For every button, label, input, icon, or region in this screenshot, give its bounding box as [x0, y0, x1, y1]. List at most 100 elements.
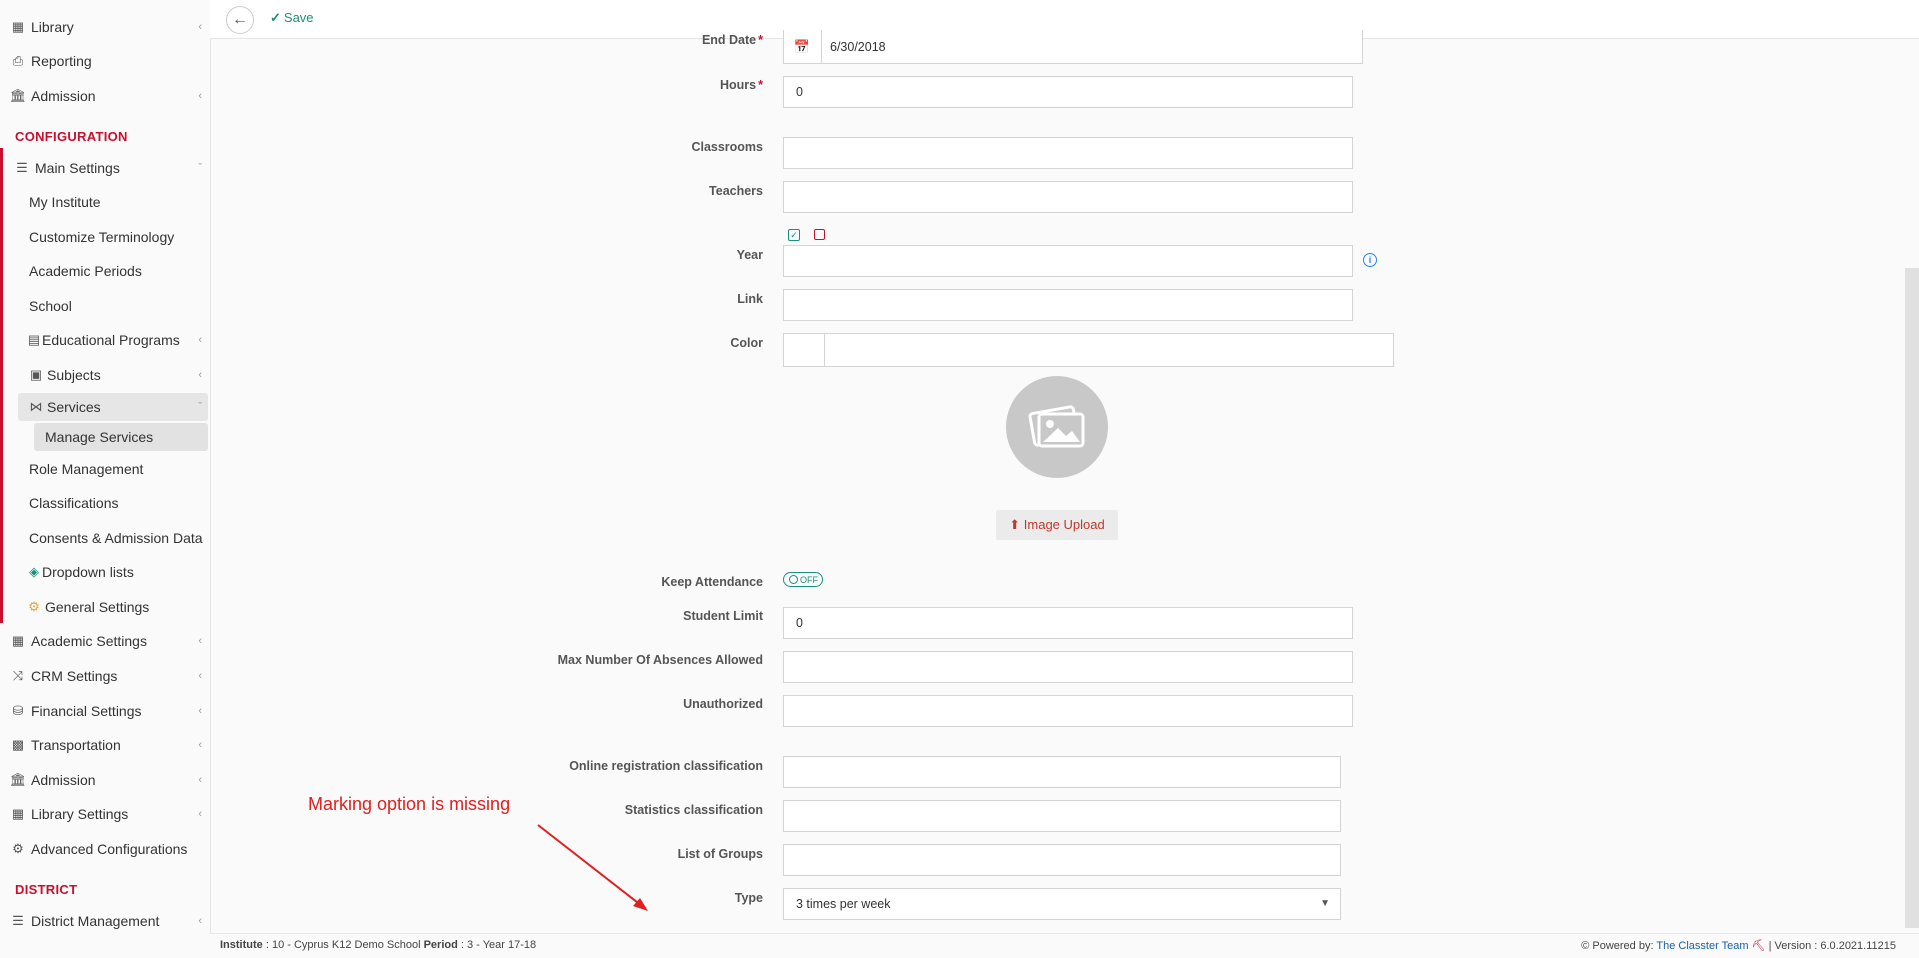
list-icon: ☰: [12, 913, 24, 928]
shuffle-icon: ⤨: [12, 668, 24, 683]
check-icon: ✓: [270, 10, 281, 25]
sidebar-item-manage-services[interactable]: Manage Services: [0, 422, 210, 452]
books-icon: ▦: [11, 19, 25, 34]
sidebar-item-reporting[interactable]: ⎙ Reporting: [0, 46, 210, 76]
sidebar-item-customize-terminology[interactable]: Customize Terminology: [0, 222, 210, 252]
statistics-select[interactable]: [783, 800, 1341, 832]
layers-icon: ◈: [29, 564, 39, 579]
year-label: Year: [736, 248, 763, 262]
chevron-left-icon: ‹: [198, 739, 202, 751]
hours-input[interactable]: 0: [783, 76, 1353, 108]
footer-version: © Powered by: The Classter Team ⛏ | Vers…: [1581, 940, 1896, 952]
chevron-left-icon: ‹: [198, 774, 202, 786]
sidebar-item-advanced-configurations[interactable]: ⚙ Advanced Configurations: [0, 834, 210, 864]
online-registration-label: Online registration classification: [569, 759, 763, 773]
sidebar-item-subjects[interactable]: ▣ Subjects ‹: [0, 360, 210, 390]
district-section-title: DISTRICT: [15, 882, 78, 897]
sidebar-item-general-settings[interactable]: ⚙ General Settings: [0, 592, 210, 622]
info-icon[interactable]: i: [1363, 253, 1377, 267]
footer-context: Institute : 10 - Cyprus K12 Demo School …: [220, 939, 537, 951]
sidebar-item-my-institute[interactable]: My Institute: [0, 187, 210, 217]
online-registration-select[interactable]: [783, 756, 1341, 788]
type-label: Type: [734, 891, 763, 905]
bus-icon: ▩: [11, 737, 25, 752]
chevron-left-icon: ‹: [198, 21, 202, 33]
book-icon: ▣: [29, 367, 43, 382]
keep-attendance-toggle[interactable]: OFF: [783, 572, 823, 587]
sidebar-item-crm-settings[interactable]: ⤨ CRM Settings ‹: [0, 661, 210, 691]
chevron-down-icon: ˇ: [198, 162, 202, 174]
sidebar-item-transportation[interactable]: ▩ Transportation ‹: [0, 730, 210, 760]
sidebar: ▦ Library ‹ ⎙ Reporting 🏛 Admission ‹ CO…: [0, 0, 211, 957]
square-icon[interactable]: [814, 229, 825, 240]
network-icon: ⋈: [29, 399, 43, 414]
sidebar-item-admission[interactable]: 🏛 Admission ‹: [0, 81, 210, 111]
chevron-left-icon: ‹: [198, 369, 202, 381]
chevron-left-icon: ‹: [198, 670, 202, 682]
sidebar-item-role-management[interactable]: Role Management: [0, 454, 210, 484]
list-of-groups-label: List of Groups: [677, 847, 763, 861]
sidebar-item-financial-settings[interactable]: ⛁ Financial Settings ‹: [0, 696, 210, 726]
sidebar-item-academic-periods[interactable]: Academic Periods: [0, 256, 210, 286]
year-input[interactable]: [783, 245, 1353, 277]
classter-team-link[interactable]: The Classter Team: [1656, 940, 1748, 952]
calendar-icon[interactable]: 📅: [783, 30, 822, 64]
sidebar-item-school[interactable]: School: [0, 291, 210, 321]
upload-icon: ⬆: [1009, 517, 1021, 532]
sidebar-item-classifications[interactable]: Classifications: [0, 488, 210, 518]
back-button[interactable]: ←: [226, 6, 254, 34]
configuration-section-title: CONFIGURATION: [15, 129, 128, 144]
teachers-input[interactable]: [783, 181, 1353, 213]
teachers-label: Teachers: [709, 184, 763, 198]
arrow-left-icon: ←: [232, 11, 248, 28]
save-button[interactable]: ✓ Save: [270, 10, 314, 26]
student-limit-input[interactable]: 0: [783, 607, 1353, 639]
sidebar-item-consents-admission-data[interactable]: Consents & Admission Data: [0, 523, 210, 553]
scrollbar[interactable]: [1905, 268, 1919, 928]
sitemap-icon: ▦: [11, 633, 25, 648]
chevron-left-icon: ‹: [198, 90, 202, 102]
color-swatch[interactable]: [783, 333, 825, 367]
chevron-left-icon: ‹: [198, 635, 202, 647]
printer-icon: ⎙: [12, 53, 24, 68]
image-placeholder: [1006, 376, 1108, 478]
sidebar-item-academic-settings[interactable]: ▦ Academic Settings ‹: [0, 626, 210, 656]
annotation-arrow: [537, 824, 648, 911]
classrooms-label: Classrooms: [691, 140, 763, 154]
sidebar-item-district-management[interactable]: ☰ District Management ‹: [0, 906, 210, 936]
list-of-groups-select[interactable]: [783, 844, 1341, 876]
classrooms-input[interactable]: [783, 137, 1353, 169]
sidebar-item-library-settings[interactable]: ▦ Library Settings ‹: [0, 799, 210, 829]
sidebar-item-admission-settings[interactable]: 🏛 Admission ‹: [0, 765, 210, 795]
type-select[interactable]: 3 times per week ▼: [783, 888, 1341, 920]
chevron-left-icon: ‹: [198, 334, 202, 346]
gear-icon: ⚙: [28, 599, 40, 614]
keep-attendance-label: Keep Attendance: [661, 575, 763, 589]
color-label: Color: [730, 336, 763, 350]
end-date-label: End Date *: [701, 33, 763, 47]
books-icon: ▦: [11, 806, 25, 821]
sidebar-item-main-settings[interactable]: ☰ Main Settings ˇ: [0, 153, 210, 183]
link-input[interactable]: [783, 289, 1353, 321]
color-input[interactable]: [824, 333, 1394, 367]
sliders-icon: ☰: [16, 160, 28, 175]
sidebar-item-dropdown-lists[interactable]: ◈ Dropdown lists: [0, 557, 210, 587]
image-upload-button[interactable]: ⬆ Image Upload: [996, 510, 1118, 540]
sidebar-item-services[interactable]: ⋈ Services ˇ: [0, 392, 210, 422]
institution-icon: 🏛: [9, 772, 27, 787]
gears-icon: ⚙: [12, 841, 24, 856]
hours-label: Hours *: [720, 78, 763, 92]
end-date-value: 6/30/2018: [830, 40, 886, 54]
statistics-label: Statistics classification: [624, 803, 763, 817]
toggle-knob: [789, 575, 798, 584]
image-icon: [1028, 405, 1085, 448]
table-icon: ▤: [27, 332, 41, 347]
max-absences-input[interactable]: [783, 651, 1353, 683]
unauthorized-input[interactable]: [783, 695, 1353, 727]
coins-icon: ⛁: [12, 703, 24, 718]
check-square-icon[interactable]: ✓: [788, 229, 800, 241]
sidebar-item-educational-programs[interactable]: ▤ Educational Programs ‹: [0, 325, 210, 355]
link-label: Link: [737, 292, 763, 306]
sidebar-item-library[interactable]: ▦ Library ‹: [0, 12, 210, 42]
classter-logo-icon: ⛏: [1751, 940, 1766, 952]
